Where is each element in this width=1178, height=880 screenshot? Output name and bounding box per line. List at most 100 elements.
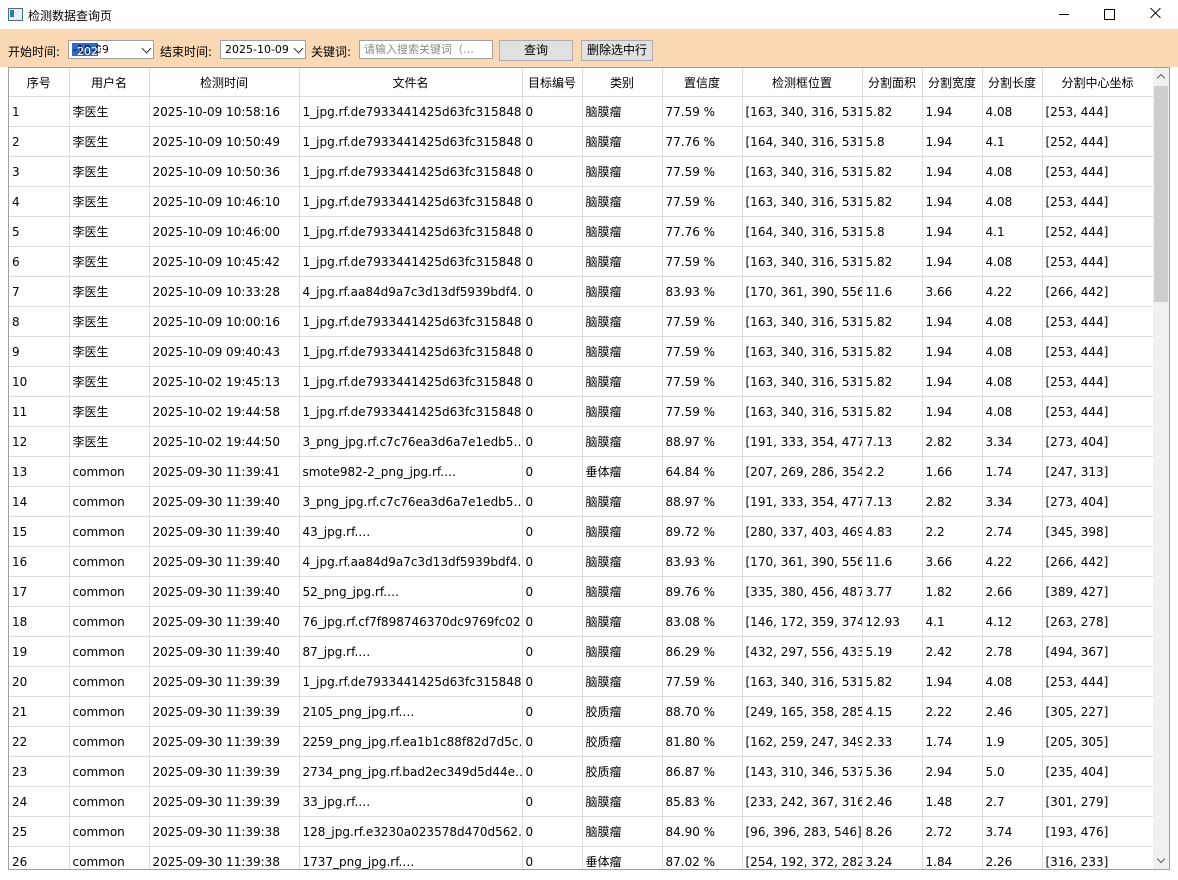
keyword-search-input[interactable] [359,40,493,59]
cell-index: 9 [9,336,70,367]
cell-seg-area: 5.82 [862,366,923,397]
cell-confidence: 89.72 % [662,516,743,547]
table-row[interactable]: 20 common 2025-09-30 11:39:39 1_jpg.rf.de79… [9,666,1154,697]
cell-bbox: [162, 259, 247, 349] [742,726,863,757]
cell-seg-width: 1.84 [922,846,983,869]
table-row[interactable]: 23 common 2025-09-30 11:39:39 2734_png_jpg.… [9,756,1154,787]
chevron-down-icon[interactable] [141,43,152,54]
cell-confidence: 88.70 % [662,696,743,727]
cell-seg-length: 2.46 [982,696,1043,727]
cell-seg-length: 2.78 [982,636,1043,667]
header-col-category[interactable]: 类别 [582,68,663,97]
cell-detect-time: 2025-10-09 10:46:10 [149,186,300,217]
table-row[interactable]: 21 common 2025-09-30 11:39:39 2105_png_jpg.… [9,696,1154,727]
cell-detect-time: 2025-10-09 10:33:28 [149,276,300,307]
table-row[interactable]: 15 common 2025-09-30 11:39:40 43_jpg.rf.… 0 脑… [9,516,1154,547]
cell-index: 18 [9,606,70,637]
scroll-down-button[interactable] [1153,852,1169,869]
delete-selected-button[interactable]: 删除选中行 [581,40,653,61]
table-row[interactable]: 6 李医生 2025-10-09 10:45:42 1_jpg.rf.de793344… [9,246,1154,277]
cell-seg-center: [263, 278] [1042,606,1154,637]
maximize-button[interactable] [1087,0,1132,29]
cell-username: common [69,576,150,607]
cell-seg-center: [389, 427] [1042,576,1154,607]
start-time-label: 开始时间: [8,45,61,59]
cell-confidence: 77.59 % [662,246,743,277]
table-row[interactable]: 13 common 2025-09-30 11:39:41 smote982-2_pn… [9,456,1154,487]
cell-username: 李医生 [69,96,150,127]
start-date-picker[interactable]: 2025 -10-09 [68,40,154,59]
header-col-seg-area[interactable]: 分割面积 [862,68,923,97]
table-row[interactable]: 17 common 2025-09-30 11:39:40 52_png_jpg.rf… [9,576,1154,607]
cell-username: 李医生 [69,126,150,157]
cell-bbox: [207, 269, 286, 354] [742,456,863,487]
cell-seg-center: [273, 404] [1042,486,1154,517]
cell-target-id: 0 [522,156,583,187]
cell-username: 李医生 [69,276,150,307]
query-button[interactable]: 查询 [499,40,573,61]
cell-bbox: [163, 340, 316, 531] [742,366,863,397]
cell-category: 脑膜瘤 [582,816,663,847]
cell-filename: 76_jpg.rf.cf7f898746370dc9769fc02… [299,606,523,637]
cell-seg-length: 3.34 [982,486,1043,517]
cell-category: 脑膜瘤 [582,666,663,697]
cell-bbox: [163, 340, 316, 531] [742,336,863,367]
minimize-button[interactable] [1042,0,1087,29]
end-date-picker[interactable]: 2025-10-09 [220,40,306,59]
header-col-seg-length[interactable]: 分割长度 [982,68,1043,97]
table-row[interactable]: 22 common 2025-09-30 11:39:39 2259_png_jpg.… [9,726,1154,757]
table-row[interactable]: 10 李医生 2025-10-02 19:45:13 1_jpg.rf.de79334… [9,366,1154,397]
header-col-filename[interactable]: 文件名 [299,68,523,97]
cell-seg-center: [301, 279] [1042,786,1154,817]
table-row[interactable]: 9 李医生 2025-10-09 09:40:43 1_jpg.rf.de793344… [9,336,1154,367]
cell-index: 7 [9,276,70,307]
chevron-down-icon[interactable] [293,43,304,54]
table-row[interactable]: 2 李医生 2025-10-09 10:50:49 1_jpg.rf.de793344… [9,126,1154,157]
table-row[interactable]: 11 李医生 2025-10-02 19:44:58 1_jpg.rf.de79334… [9,396,1154,427]
table-row[interactable]: 5 李医生 2025-10-09 10:46:00 1_jpg.rf.de793344… [9,216,1154,247]
cell-confidence: 83.08 % [662,606,743,637]
cell-confidence: 77.59 % [662,366,743,397]
cell-target-id: 0 [522,816,583,847]
cell-detect-time: 2025-10-02 19:44:50 [149,426,300,457]
table-row[interactable]: 4 李医生 2025-10-09 10:46:10 1_jpg.rf.de793344… [9,186,1154,217]
cell-seg-length: 2.7 [982,786,1043,817]
header-col-target-id[interactable]: 目标编号 [522,68,583,97]
cell-filename: 2259_png_jpg.rf.ea1b1c88f82d7d5c… [299,726,523,757]
cell-confidence: 77.59 % [662,396,743,427]
table-row[interactable]: 8 李医生 2025-10-09 10:00:16 1_jpg.rf.de793344… [9,306,1154,337]
filter-toolbar: 开始时间: 2025-10-09 结束时间: 2025-10-09 关键词: 查… [0,29,1178,67]
cell-detect-time: 2025-10-02 19:44:58 [149,396,300,427]
vertical-scrollbar[interactable] [1153,68,1169,869]
table-row[interactable]: 7 李医生 2025-10-09 10:33:28 4_jpg.rf.aa84d9a7… [9,276,1154,307]
cell-category: 脑膜瘤 [582,336,663,367]
header-col-seg-center[interactable]: 分割中心坐标 [1042,68,1154,97]
table-row[interactable]: 3 李医生 2025-10-09 10:50:36 1_jpg.rf.de793344… [9,156,1154,187]
table-row[interactable]: 19 common 2025-09-30 11:39:40 87_jpg.rf.… 0 脑… [9,636,1154,667]
scrollbar-thumb[interactable] [1154,86,1168,302]
header-col-username[interactable]: 用户名 [69,68,150,97]
table-row[interactable]: 12 李医生 2025-10-02 19:44:50 3_png_jpg.rf.c7c… [9,426,1154,457]
cell-bbox: [170, 361, 390, 556] [742,276,863,307]
table-row[interactable]: 26 common 2025-09-30 11:39:38 1737_png_jpg.… [9,846,1154,869]
cell-index: 22 [9,726,70,757]
header-col-detect-time[interactable]: 检测时间 [149,68,300,97]
table-row[interactable]: 14 common 2025-09-30 11:39:40 3_png_jpg.rf.… [9,486,1154,517]
table-row[interactable]: 1 李医生 2025-10-09 10:58:16 1_jpg.rf.de793344… [9,96,1154,127]
header-col-confidence[interactable]: 置信度 [662,68,743,97]
header-col-bbox[interactable]: 检测框位置 [742,68,863,97]
table-row[interactable]: 16 common 2025-09-30 11:39:40 4_jpg.rf.aa84… [9,546,1154,577]
table-row[interactable]: 24 common 2025-09-30 11:39:39 33_jpg.rf.… 0 脑… [9,786,1154,817]
table-row[interactable]: 18 common 2025-09-30 11:39:40 76_jpg.rf.cf7… [9,606,1154,637]
cell-bbox: [280, 337, 403, 469] [742,516,863,547]
header-col-seg-width[interactable]: 分割宽度 [922,68,983,97]
cell-seg-length: 4.22 [982,276,1043,307]
cell-username: common [69,756,150,787]
table-row[interactable]: 25 common 2025-09-30 11:39:38 128_jpg.rf.e3… [9,816,1154,847]
close-button[interactable] [1133,0,1178,29]
cell-seg-area: 5.82 [862,666,923,697]
cell-index: 8 [9,306,70,337]
scroll-up-button[interactable] [1153,68,1169,85]
header-col-index[interactable]: 序号 [9,68,70,97]
cell-index: 14 [9,486,70,517]
